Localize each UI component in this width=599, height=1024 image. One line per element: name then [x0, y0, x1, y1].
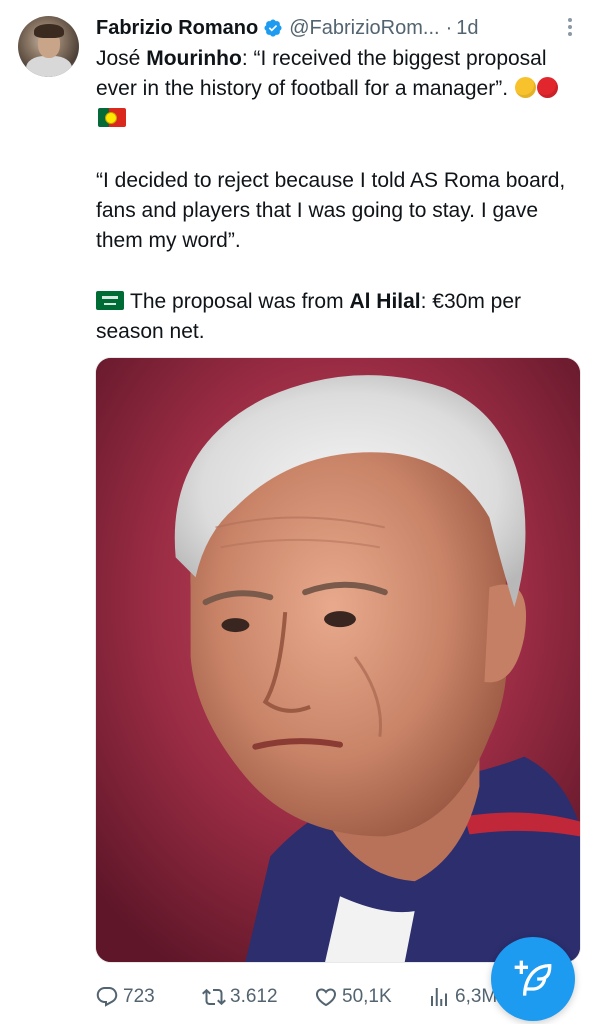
tweet-header: Fabrizio Romano @FabrizioRom... · 1d [96, 14, 479, 42]
text-prefix: José [96, 47, 147, 70]
mention-mourinho: Mourinho [146, 47, 242, 70]
compose-button[interactable] [491, 937, 575, 1021]
tweet-paragraph-1: José Mourinho: “I received the biggest p… [96, 44, 586, 134]
compose-icon [514, 960, 552, 996]
tweet[interactable]: Fabrizio Romano @FabrizioRom... · 1d Jos… [0, 0, 599, 1024]
views-count: 6,3M [455, 986, 498, 1007]
tweet-paragraph-3: The proposal was from Al Hilal: €30m per… [96, 287, 586, 347]
avatar[interactable] [18, 16, 79, 77]
yellow-circle-emoji [514, 77, 536, 98]
tweet-paragraph-2: “I decided to reject because I told AS R… [96, 169, 566, 252]
retweet-icon [202, 988, 226, 1006]
saudi-arabia-flag-emoji [96, 291, 124, 310]
separator-dot: · [445, 16, 453, 39]
reply-button[interactable]: 723 [95, 982, 155, 1012]
user-handle[interactable]: @FabrizioRom... [289, 17, 439, 40]
text-prefix: The proposal was from [130, 290, 350, 313]
views-icon [431, 988, 447, 1006]
display-name[interactable]: Fabrizio Romano [96, 17, 258, 40]
mourinho-portrait-image [96, 358, 580, 962]
reply-count: 723 [123, 986, 155, 1007]
reply-icon [96, 987, 118, 1007]
tweet-actions: 723 3.612 50,1K 6,3M [95, 982, 497, 1012]
like-button[interactable]: 50,1K [314, 982, 392, 1012]
like-icon [315, 988, 337, 1007]
tweet-photo[interactable] [95, 357, 581, 963]
timestamp[interactable]: 1d [456, 17, 478, 40]
retweet-button[interactable]: 3.612 [202, 982, 278, 1012]
red-circle-emoji [536, 77, 558, 98]
like-count: 50,1K [342, 986, 392, 1007]
portugal-flag-emoji [98, 108, 126, 127]
retweet-count: 3.612 [230, 986, 278, 1007]
more-icon[interactable] [560, 14, 580, 40]
verified-badge-icon [263, 18, 283, 38]
club-name: Al Hilal [349, 290, 421, 313]
views-button[interactable]: 6,3M [427, 982, 497, 1012]
